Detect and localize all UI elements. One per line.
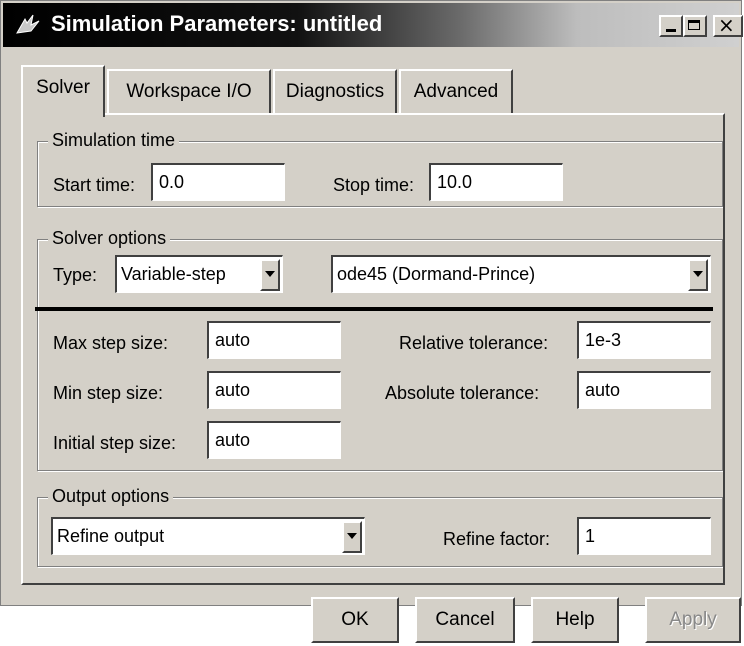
simulink-icon [16,14,40,34]
cancel-button[interactable]: Cancel [415,597,515,643]
tab-solver[interactable]: Solver [21,65,105,117]
minimize-button[interactable] [659,15,683,37]
close-button[interactable]: × [713,13,743,37]
close-icon: × [718,13,735,37]
tab-diagnostics[interactable]: Diagnostics [273,69,397,113]
maximize-icon [688,20,700,30]
title-bar[interactable]: Simulation Parameters: untitled × [3,3,743,47]
maximize-button[interactable] [683,15,707,37]
solver-panel [21,113,725,585]
tab-advanced[interactable]: Advanced [399,69,513,113]
apply-button[interactable]: Apply [645,597,741,643]
minimize-icon [666,29,676,32]
help-button[interactable]: Help [531,597,619,643]
ok-button[interactable]: OK [311,597,399,643]
tab-workspace-io[interactable]: Workspace I/O [107,69,271,113]
window-title: Simulation Parameters: untitled [51,11,383,36]
dialog-window: Simulation Parameters: untitled × Solver… [0,0,743,643]
